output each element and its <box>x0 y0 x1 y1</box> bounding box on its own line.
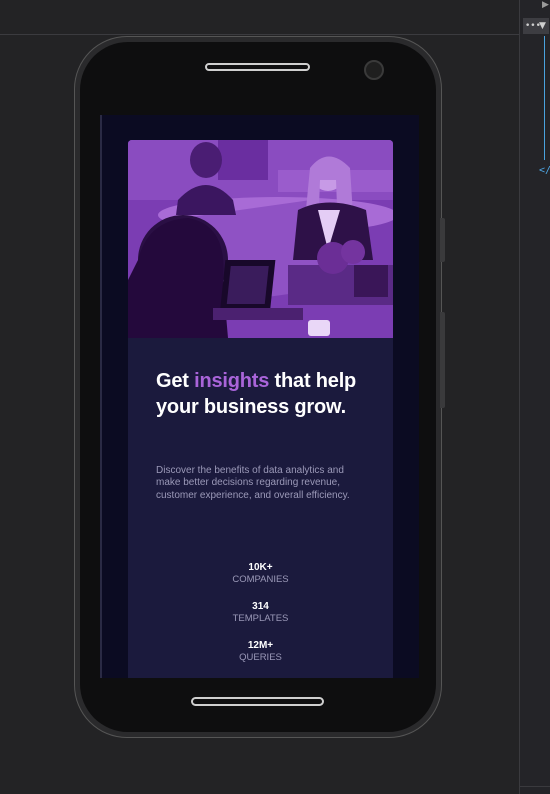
speaker-grille <box>205 63 310 71</box>
side-button <box>440 312 445 408</box>
home-button[interactable] <box>191 697 324 706</box>
play-icon[interactable]: ▶ <box>542 0 549 10</box>
stat-label: templates <box>232 613 289 624</box>
header-image <box>128 140 393 338</box>
stat-value: 12M+ <box>247 640 274 651</box>
stat-templates: 314 templates <box>128 601 393 625</box>
devtools-panel: ▶ ••• ▼ </ <box>519 0 550 794</box>
stat-label: queries <box>239 652 282 663</box>
title-text-1: Get <box>156 370 195 392</box>
tree-guide-line <box>544 36 545 160</box>
office-photo-illustration <box>128 140 393 338</box>
description: Discover the benefits of data analytics … <box>156 465 350 501</box>
panel-divider <box>520 786 550 787</box>
stats-preview-card: Get insights that help your business gro… <box>128 140 393 678</box>
toolbar-divider <box>0 34 519 35</box>
stat-companies: 10K+ companies <box>128 562 393 586</box>
stat-label: companies <box>232 574 289 585</box>
stat-value: 314 <box>252 601 269 612</box>
phone-screen: Get insights that help your business gro… <box>100 115 419 678</box>
camera-icon <box>364 60 384 80</box>
stat-queries: 12M+ queries <box>128 640 393 664</box>
more-options-button[interactable]: ••• ▼ <box>523 18 549 34</box>
volume-button <box>440 218 445 262</box>
chevron-down-icon: ▼ <box>539 21 546 31</box>
stat-value: 10K+ <box>248 562 273 573</box>
page-title: Get insights that help your business gro… <box>156 368 376 420</box>
title-accent: insights <box>194 370 270 392</box>
closing-tag-code[interactable]: </ <box>539 165 550 176</box>
